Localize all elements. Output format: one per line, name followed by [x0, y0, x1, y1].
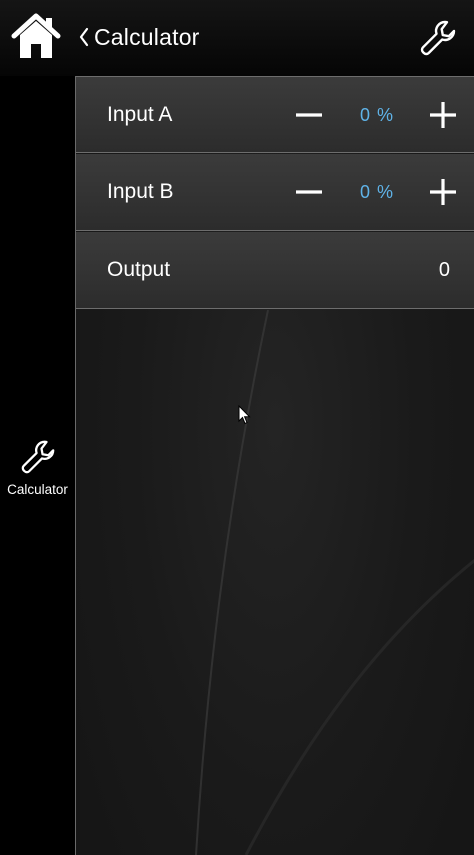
input-b-label: Input B	[107, 180, 174, 203]
output-value: 0	[438, 259, 450, 281]
input-b-decrease-button[interactable]	[291, 174, 327, 210]
plus-icon	[430, 102, 456, 128]
input-a-row: Input A 0 %	[76, 76, 474, 153]
settings-button[interactable]	[418, 18, 458, 58]
input-a-decrease-button[interactable]	[291, 97, 327, 133]
minus-icon	[296, 190, 322, 194]
output-row: Output 0	[76, 232, 474, 309]
page-title: Calculator	[94, 23, 200, 50]
top-bar: Calculator	[0, 0, 474, 76]
back-button[interactable]: Calculator	[76, 18, 200, 56]
input-a-value: 0 %	[359, 105, 395, 125]
input-b-increase-button[interactable]	[425, 174, 461, 210]
input-b-value: 0 %	[359, 182, 395, 202]
sidebar-item-label: Calculator	[7, 482, 68, 497]
input-a-label: Input A	[107, 103, 173, 126]
home-button[interactable]	[10, 12, 62, 62]
sidebar-item-calculator[interactable]: Calculator	[0, 438, 75, 508]
wrench-icon	[420, 20, 456, 56]
output-label: Output	[107, 258, 171, 281]
input-a-increase-button[interactable]	[425, 97, 461, 133]
app-window: Calculator Calculator Input A 0 % Input …	[0, 0, 474, 855]
chevron-left-icon	[79, 27, 89, 47]
sidebar: Calculator	[0, 76, 75, 855]
wrench-icon	[21, 440, 54, 474]
minus-icon	[296, 113, 322, 117]
background-decoration	[195, 310, 474, 855]
plus-icon	[430, 179, 456, 205]
input-b-row: Input B 0 %	[76, 154, 474, 231]
main-panel: Input A 0 % Input B 0 % Output 0	[75, 76, 474, 855]
home-icon	[11, 13, 61, 58]
